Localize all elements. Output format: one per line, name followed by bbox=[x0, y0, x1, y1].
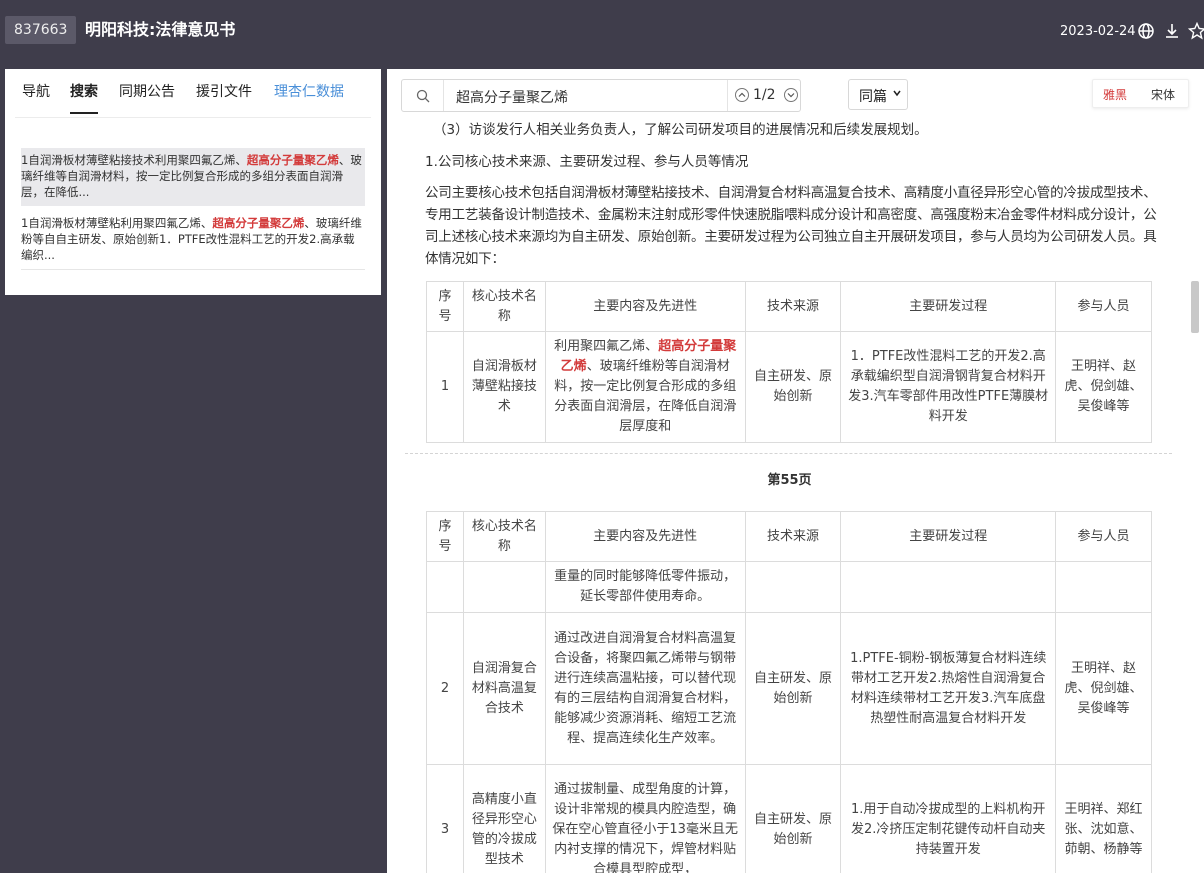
header-cell: 技术来源 bbox=[744, 511, 842, 562]
cell-content: 通过改进自润滑复合材料高温复合设备，将聚四氟乙烯带与钢带进行连续高温粘接，可以替… bbox=[544, 612, 746, 765]
font-switch: 雅黑 宋体 bbox=[1092, 79, 1189, 108]
table-header-row: 序号 核心技术名称 主要内容及先进性 技术来源 主要研发过程 参与人员 bbox=[426, 281, 1152, 332]
scope-value: 同篇 bbox=[859, 89, 887, 105]
document-viewer: 超高分子量聚乙烯 1/2 同篇 雅黑 宋体 （3）访谈发行人相关业务负责人，了解… bbox=[387, 69, 1204, 873]
cell-people: 王明祥、赵虎、倪剑雄、吴俊峰等 bbox=[1055, 331, 1152, 443]
paragraph: 公司主要核心技术包括自润滑板材薄壁粘接技术、自润滑复合材料高温复合技术、高精度小… bbox=[425, 185, 1157, 267]
header-cell: 主要研发过程 bbox=[840, 281, 1057, 332]
header-cell: 核心技术名称 bbox=[462, 281, 546, 332]
cell-people bbox=[1055, 561, 1152, 613]
scope-select[interactable]: 同篇 bbox=[848, 79, 908, 110]
paragraph: （3）访谈发行人相关业务负责人，了解公司研发项目的进展情况和后续发展规划。 bbox=[433, 122, 928, 138]
table-row: 3 高精度小直径异形空心管的冷拔成型技术 通过拔制量、成型角度的计算，设计非常规… bbox=[426, 764, 1152, 873]
match-navigator: 1/2 bbox=[727, 80, 801, 111]
header-cell: 序号 bbox=[426, 511, 464, 562]
cell-process bbox=[840, 561, 1057, 613]
document-date: 2023-02-24 bbox=[1060, 24, 1136, 39]
left-tabs: 导航 搜索 同期公告 援引文件 理杏仁数据 bbox=[5, 69, 381, 117]
cell-source: 自主研发、原始创新 bbox=[744, 612, 842, 765]
search-button[interactable] bbox=[402, 80, 444, 111]
globe-icon[interactable] bbox=[1137, 22, 1155, 40]
next-match-button[interactable] bbox=[784, 88, 798, 102]
result-divider bbox=[21, 269, 365, 270]
cell-source: 自主研发、原始创新 bbox=[744, 764, 842, 873]
cell-no bbox=[426, 561, 464, 613]
cell-people: 王明祥、赵虎、倪剑雄、吴俊峰等 bbox=[1055, 612, 1152, 765]
cell-name: 高精度小直径异形空心管的冷拔成型技术 bbox=[462, 764, 546, 873]
result-keyword: 超高分子量聚乙烯 bbox=[246, 153, 339, 167]
result-keyword: 超高分子量聚乙烯 bbox=[212, 216, 305, 230]
core-tech-table: 序号 核心技术名称 主要内容及先进性 技术来源 主要研发过程 参与人员 1 自润… bbox=[426, 281, 1152, 443]
page-number: 第55页 bbox=[767, 473, 812, 488]
cell-name: 自润滑板材薄壁粘接技术 bbox=[462, 331, 546, 443]
stock-code-badge: 837663 bbox=[5, 16, 77, 44]
header-cell: 序号 bbox=[426, 281, 464, 332]
result-text: 1自润滑板材薄壁粘利用聚四氟乙烯、 bbox=[21, 216, 213, 230]
header-cell: 主要内容及先进性 bbox=[544, 511, 746, 562]
header-cell: 技术来源 bbox=[744, 281, 842, 332]
cell-content: 重量的同时能够降低零件振动，延长零部件使用寿命。 bbox=[544, 561, 746, 613]
font-yahei-option[interactable]: 雅黑 bbox=[1103, 86, 1127, 103]
match-count: 1/2 bbox=[753, 87, 776, 103]
header-cell: 主要内容及先进性 bbox=[544, 281, 746, 332]
left-panel: 导航 搜索 同期公告 援引文件 理杏仁数据 1自润滑板材薄壁粘接技术利用聚四氟乙… bbox=[5, 69, 381, 295]
cell-process: 1．PTFE改性混料工艺的开发2.高承载编织型自润滑钢背复合材料开发3.汽车零部… bbox=[840, 331, 1057, 443]
tab-navigation[interactable]: 导航 bbox=[22, 83, 50, 101]
prev-match-button[interactable] bbox=[735, 88, 749, 102]
scrollbar-thumb[interactable] bbox=[1191, 281, 1199, 333]
core-tech-table-continued: 序号 核心技术名称 主要内容及先进性 技术来源 主要研发过程 参与人员 重量的同… bbox=[426, 511, 1152, 873]
cell-no: 2 bbox=[426, 612, 464, 765]
cell-name: 自润滑复合材料高温复合技术 bbox=[462, 612, 546, 765]
page-divider bbox=[405, 453, 1172, 454]
font-songti-option[interactable]: 宋体 bbox=[1151, 86, 1175, 103]
tab-cited-files[interactable]: 援引文件 bbox=[196, 83, 252, 101]
header-cell: 核心技术名称 bbox=[462, 511, 546, 562]
tab-lixinger-data[interactable]: 理杏仁数据 bbox=[274, 83, 344, 101]
search-result-item[interactable]: 1自润滑板材薄壁粘利用聚四氟乙烯、超高分子量聚乙烯、玻璃纤维粉等自自主研发、原始… bbox=[21, 211, 365, 267]
top-bar: 837663 明阳科技:法律意见书 2023-02-24 bbox=[0, 0, 1204, 60]
download-icon[interactable] bbox=[1163, 22, 1181, 40]
tab-same-period[interactable]: 同期公告 bbox=[119, 83, 175, 101]
header-cell: 主要研发过程 bbox=[840, 511, 1057, 562]
document-title: 明阳科技:法律意见书 bbox=[85, 20, 236, 39]
header-cell: 参与人员 bbox=[1055, 281, 1152, 332]
cell-process: 1.PTFE-铜粉-钢板薄复合材料连续带材工艺开发2.热熔性自润滑复合材料连续带… bbox=[840, 612, 1057, 765]
star-icon[interactable] bbox=[1187, 21, 1204, 40]
chevron-up-icon bbox=[738, 92, 746, 97]
cell-no: 3 bbox=[426, 764, 464, 873]
table-row: 重量的同时能够降低零件振动，延长零部件使用寿命。 bbox=[426, 561, 1152, 613]
chevron-down-icon bbox=[787, 93, 795, 98]
caret-down-icon bbox=[893, 90, 901, 97]
cell-source bbox=[744, 561, 842, 613]
header-cell: 参与人员 bbox=[1055, 511, 1152, 562]
tabs-divider bbox=[15, 117, 371, 118]
content-text: 利用聚四氟乙烯、 bbox=[554, 339, 659, 354]
search-icon bbox=[416, 88, 430, 107]
cell-people: 王明祥、郑红张、沈如意、茆朝、杨静等 bbox=[1055, 764, 1152, 873]
table-header-row: 序号 核心技术名称 主要内容及先进性 技术来源 主要研发过程 参与人员 bbox=[426, 511, 1152, 562]
result-text: 1自润滑板材薄壁粘接技术利用聚四氟乙烯、 bbox=[21, 153, 247, 167]
table-row: 1 自润滑板材薄壁粘接技术 利用聚四氟乙烯、超高分子量聚乙烯、玻璃纤维粉等自润滑… bbox=[426, 331, 1152, 443]
search-bar: 超高分子量聚乙烯 1/2 bbox=[401, 79, 801, 112]
cell-content: 通过拔制量、成型角度的计算，设计非常规的模具内腔造型，确保在空心管直径小于13毫… bbox=[544, 764, 746, 873]
search-result-item[interactable]: 1自润滑板材薄壁粘接技术利用聚四氟乙烯、超高分子量聚乙烯、玻璃纤维等自润滑材料，… bbox=[21, 148, 365, 206]
section-heading: 1.公司核心技术来源、主要研发过程、参与人员等情况 bbox=[425, 154, 749, 170]
cell-no: 1 bbox=[426, 331, 464, 443]
cell-content: 利用聚四氟乙烯、超高分子量聚乙烯、玻璃纤维粉等自润滑材料，按一定比例复合形成的多… bbox=[544, 331, 746, 443]
cell-source: 自主研发、原始创新 bbox=[744, 331, 842, 443]
cell-process: 1.用于自动冷拔成型的上料机构开发2.冷挤压定制花键传动杆自动夹持装置开发 bbox=[840, 764, 1057, 873]
cell-name bbox=[462, 561, 546, 613]
search-input[interactable]: 超高分子量聚乙烯 bbox=[456, 87, 568, 107]
table-row: 2 自润滑复合材料高温复合技术 通过改进自润滑复合材料高温复合设备，将聚四氟乙烯… bbox=[426, 612, 1152, 765]
tab-search[interactable]: 搜索 bbox=[70, 83, 98, 114]
